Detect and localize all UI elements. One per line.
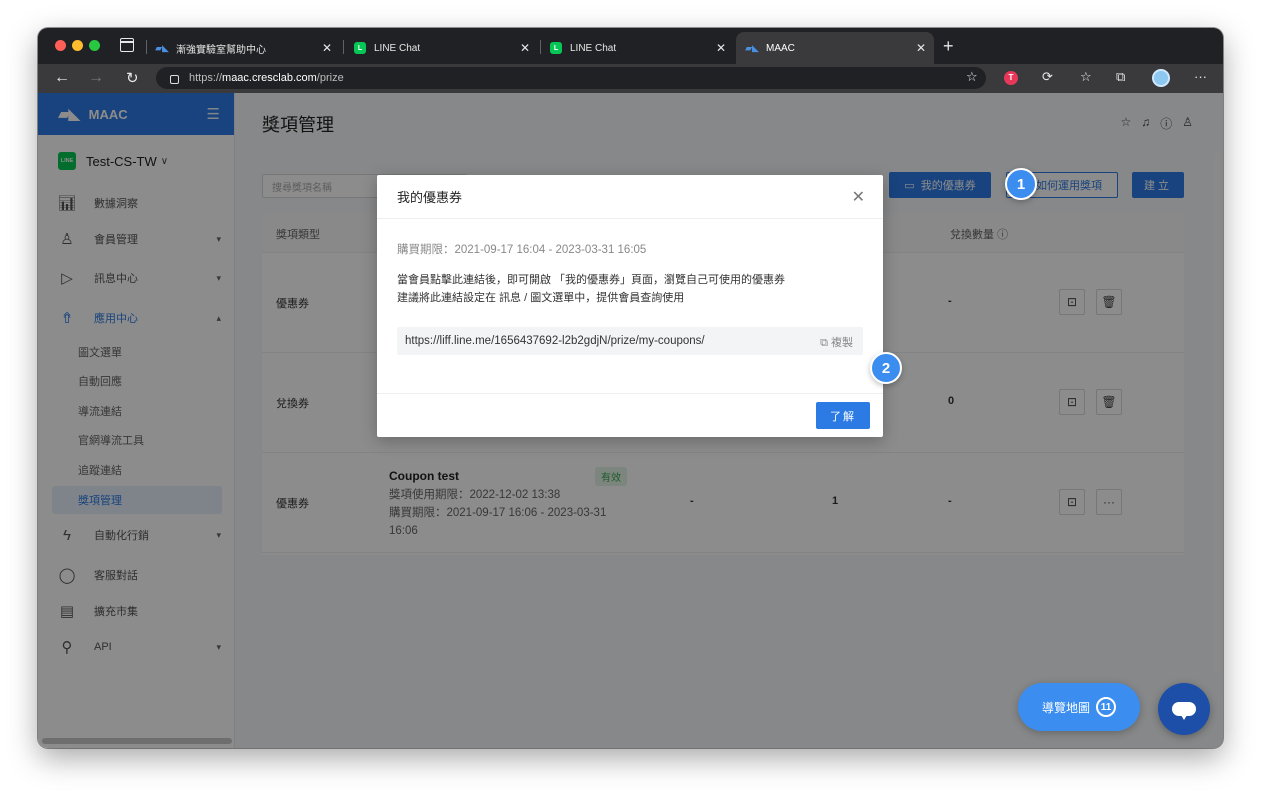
tab-help-center[interactable]: ▰◣ 漸強實驗室幫助中心 ✕ bbox=[150, 32, 340, 64]
tab-title: MAAC bbox=[766, 42, 795, 54]
url-host: maac.cresclab.com bbox=[222, 72, 317, 84]
tab-line-chat-1[interactable]: L LINE Chat ✕ bbox=[348, 32, 538, 64]
line-icon: L bbox=[550, 42, 562, 54]
url-path: /prize bbox=[316, 72, 344, 84]
app: ▰◣ MAAC ☰ LINE Test-CS-TW ∨ 📊︎ 數據洞察 ♙ 會員… bbox=[38, 93, 1223, 748]
extensions-icon[interactable]: ⟳ bbox=[1042, 69, 1053, 85]
profile-avatar[interactable] bbox=[1152, 69, 1170, 87]
tab-title: 漸強實驗室幫助中心 bbox=[176, 44, 266, 56]
tab-strip: ▰◣ 漸強實驗室幫助中心 ✕ L LINE Chat ✕ L LINE Chat… bbox=[38, 28, 1223, 64]
maac-icon: ▰◣ bbox=[745, 42, 759, 53]
url-scheme: https:// bbox=[189, 72, 223, 84]
back-icon[interactable]: ← bbox=[54, 69, 70, 87]
desc-line-2: 建議將此連結設定在 訊息 / 圖文選單中，提供會員查詢使用 bbox=[397, 292, 685, 304]
copy-button[interactable]: ⧉ 複製 bbox=[820, 334, 853, 350]
coupon-link-box[interactable]: https://liff.line.me/1656437692-l2b2gdjN… bbox=[397, 327, 863, 355]
guide-map-label: 導覽地圖 bbox=[1041, 700, 1090, 715]
lock-icon bbox=[170, 74, 179, 84]
modal-description: 當會員點擊此連結後，即可開啟 「我的優惠券」頁面，瀏覽自己可使用的優惠券 建議將… bbox=[397, 271, 785, 307]
close-icon[interactable]: ✕ bbox=[852, 187, 865, 207]
copy-label: 複製 bbox=[831, 337, 853, 349]
extension-icon[interactable]: T bbox=[1004, 71, 1018, 85]
tab-separator bbox=[146, 40, 147, 54]
tab-title: LINE Chat bbox=[374, 42, 421, 54]
step-marker-2: 2 bbox=[870, 352, 902, 384]
close-window-button[interactable] bbox=[55, 40, 66, 51]
guide-map-count: 11 bbox=[1096, 697, 1116, 717]
coupon-link: https://liff.line.me/1656437692-l2b2gdjN… bbox=[405, 335, 705, 347]
collections-icon[interactable]: ⧉ bbox=[1116, 69, 1125, 85]
maac-icon: ▰◣ bbox=[155, 42, 169, 53]
browser-toolbar: ← → ↻ https://maac.cresclab.com/prize ☆ … bbox=[38, 64, 1223, 93]
close-icon[interactable]: ✕ bbox=[916, 41, 926, 55]
ok-label: 了解 bbox=[830, 410, 856, 423]
close-icon[interactable]: ✕ bbox=[322, 41, 332, 55]
address-bar[interactable]: https://maac.cresclab.com/prize bbox=[156, 67, 986, 89]
minimize-window-button[interactable] bbox=[72, 40, 83, 51]
tab-separator bbox=[540, 40, 541, 54]
ok-button[interactable]: 了解 bbox=[816, 402, 870, 429]
tab-maac[interactable]: ▰◣ MAAC ✕ bbox=[736, 32, 934, 64]
close-icon[interactable]: ✕ bbox=[520, 41, 530, 55]
forward-icon[interactable]: → bbox=[88, 69, 104, 87]
tab-line-chat-2[interactable]: L LINE Chat ✕ bbox=[544, 32, 734, 64]
tab-overview-icon[interactable] bbox=[120, 38, 134, 52]
guide-map-button[interactable]: 導覽地圖 11 bbox=[1018, 683, 1140, 731]
chat-bubble-icon bbox=[1172, 702, 1196, 720]
modal-title: 我的優惠券 bbox=[397, 190, 463, 205]
tab-title: LINE Chat bbox=[570, 42, 617, 54]
support-chat-button[interactable] bbox=[1158, 683, 1210, 735]
copy-icon: ⧉ bbox=[820, 337, 828, 349]
reload-icon[interactable]: ↻ bbox=[126, 69, 139, 87]
modal-footer: 了解 bbox=[377, 393, 883, 437]
modal-header: 我的優惠券 ✕ bbox=[377, 175, 883, 219]
main-scrollbar[interactable] bbox=[1214, 153, 1220, 673]
tab-separator bbox=[343, 40, 344, 54]
desc-line-1: 當會員點擊此連結後，即可開啟 「我的優惠券」頁面，瀏覽自己可使用的優惠券 bbox=[397, 274, 786, 286]
step-marker-1: 1 bbox=[1005, 168, 1037, 200]
more-icon[interactable]: ··· bbox=[1194, 69, 1207, 84]
new-tab-icon[interactable]: + bbox=[943, 36, 954, 57]
close-icon[interactable]: ✕ bbox=[716, 41, 726, 55]
line-icon: L bbox=[354, 42, 366, 54]
modal-period: 購買期限：2021-09-17 16:04 - 2023-03-31 16:05 bbox=[397, 244, 647, 256]
my-coupon-modal: 我的優惠券 ✕ 購買期限：2021-09-17 16:04 - 2023-03-… bbox=[377, 175, 883, 437]
favorite-add-icon[interactable]: ☆ bbox=[966, 69, 978, 85]
favorites-icon[interactable]: ☆ bbox=[1080, 69, 1092, 85]
maximize-window-button[interactable] bbox=[89, 40, 100, 51]
browser-window: ▰◣ 漸強實驗室幫助中心 ✕ L LINE Chat ✕ L LINE Chat… bbox=[38, 28, 1223, 748]
